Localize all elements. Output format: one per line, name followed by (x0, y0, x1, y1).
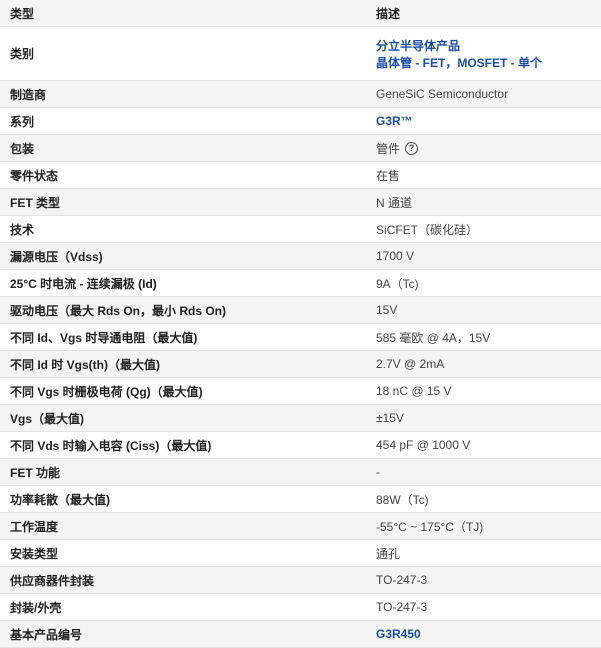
table-row: 供应商器件封装 TO-247-3 (0, 567, 601, 594)
attribute-value: 2.7V @ 2mA (366, 351, 601, 377)
attribute-value: G3R450 (366, 621, 601, 647)
attribute-name: 系列 (10, 114, 35, 129)
attribute-name: 封装/外壳 (10, 600, 62, 615)
attribute-name: 不同 Vgs 时栅极电荷 (Qg)（最大值) (10, 384, 203, 399)
attribute-value-text: ±15V (376, 411, 404, 425)
table-row: 类别 分立半导体产品 晶体管 - FET，MOSFET - 单个 (0, 27, 601, 81)
table-row: 不同 Vds 时输入电容 (Ciss)（最大值) 454 pF @ 1000 V (0, 432, 601, 459)
attribute-name: 包装 (10, 141, 35, 156)
attribute-value: 1700 V (366, 243, 601, 269)
attribute-value-text: 585 毫欧 @ 4A，15V (376, 330, 491, 345)
attribute-value: 15V (366, 297, 601, 323)
attribute-name: 不同 Id、Vgs 时导通电阻（最大值) (10, 330, 198, 345)
attribute-value: - (366, 459, 601, 485)
attribute-value: 18 nC @ 15 V (366, 378, 601, 404)
table-row: 零件状态 在售 (0, 162, 601, 189)
table-row: Vgs（最大值) ±15V (0, 405, 601, 432)
type-column-header: 类型 (10, 6, 35, 21)
attribute-value-text: SiCFET（碳化硅） (376, 222, 479, 237)
attribute-value-text: 2.7V @ 2mA (376, 357, 445, 371)
attribute-value: TO-247-3 (366, 567, 601, 593)
attribute-name: 供应商器件封装 (10, 573, 95, 588)
attribute-name: 不同 Vds 时输入电容 (Ciss)（最大值) (10, 438, 212, 453)
attribute-value: 通孔 (366, 540, 601, 566)
attribute-value-text: 18 nC @ 15 V (376, 384, 452, 398)
attribute-name: 类别 (10, 47, 35, 61)
attribute-value: 454 pF @ 1000 V (366, 432, 601, 458)
attribute-value-text: - (376, 465, 380, 479)
attribute-name: 零件状态 (10, 168, 59, 183)
attribute-value-text: 管件? (376, 140, 601, 157)
table-row: 不同 Vgs 时栅极电荷 (Qg)（最大值) 18 nC @ 15 V (0, 378, 601, 405)
attribute-name: 制造商 (10, 87, 47, 102)
attribute-value-text: TO-247-3 (376, 573, 428, 587)
attribute-value-link[interactable]: G3R450 (376, 627, 601, 641)
attribute-name: FET 类型 (10, 195, 60, 210)
attribute-name: 工作温度 (10, 519, 59, 534)
attribute-name: Vgs（最大值) (10, 411, 85, 426)
table-row: 25°C 时电流 - 连续漏极 (Id) 9A（Tc) (0, 270, 601, 297)
attribute-value: 分立半导体产品 晶体管 - FET，MOSFET - 单个 (366, 27, 601, 80)
table-row: 技术 SiCFET（碳化硅） (0, 216, 601, 243)
attribute-value-text: GeneSiC Semiconductor (376, 87, 509, 101)
table-row: 制造商 GeneSiC Semiconductor (0, 81, 601, 108)
table-row: 包装 管件? (0, 135, 601, 162)
attribute-value-link[interactable]: 晶体管 - FET，MOSFET - 单个 (376, 54, 601, 71)
attribute-value: 9A（Tc) (366, 270, 601, 296)
attribute-value-text: 在售 (376, 168, 401, 183)
table-row: 系列 G3R™ (0, 108, 601, 135)
attribute-name: 漏源电压（Vdss) (10, 249, 103, 264)
attribute-value-text: N 通道 (376, 195, 413, 210)
attribute-value-text: 88W（Tc) (376, 492, 429, 507)
attribute-name: 安装类型 (10, 546, 59, 561)
table-row: 功率耗散（最大值) 88W（Tc) (0, 486, 601, 513)
attribute-value-link[interactable]: G3R™ (376, 114, 601, 128)
table-row: 驱动电压（最大 Rds On，最小 Rds On) 15V (0, 297, 601, 324)
table-row: 不同 Id、Vgs 时导通电阻（最大值) 585 毫欧 @ 4A，15V (0, 324, 601, 351)
attribute-name: 基本产品编号 (10, 627, 83, 642)
table-row: 不同 Id 时 Vgs(th)（最大值) 2.7V @ 2mA (0, 351, 601, 378)
attribute-value: -55°C ~ 175°C（TJ) (366, 513, 601, 539)
attribute-value: TO-247-3 (366, 594, 601, 620)
attribute-value: N 通道 (366, 189, 601, 215)
table-row: FET 功能 - (0, 459, 601, 486)
attribute-value: SiCFET（碳化硅） (366, 216, 601, 242)
attribute-value-text: 15V (376, 303, 398, 317)
attribute-value: G3R™ (366, 108, 601, 134)
attribute-value: 88W（Tc) (366, 486, 601, 512)
attribute-name: FET 功能 (10, 465, 60, 480)
help-icon[interactable]: ? (405, 141, 419, 155)
attribute-value-text: 通孔 (376, 546, 401, 561)
attribute-value: GeneSiC Semiconductor (366, 81, 601, 107)
attribute-name: 不同 Id 时 Vgs(th)（最大值) (10, 357, 160, 372)
attribute-value-text: 9A（Tc) (376, 276, 419, 291)
table-body: 类别 分立半导体产品 晶体管 - FET，MOSFET - 单个制造商 GeneSiC… (0, 27, 601, 648)
table-header: 类型 描述 (0, 0, 601, 27)
table-row: 封装/外壳 TO-247-3 (0, 594, 601, 621)
table-row: FET 类型 N 通道 (0, 189, 601, 216)
attribute-value-text: 454 pF @ 1000 V (376, 438, 471, 452)
table-row: 工作温度 -55°C ~ 175°C（TJ) (0, 513, 601, 540)
product-attributes-table: 类型 描述 类别 分立半导体产品 晶体管 - FET，MOSFET - 单个制造商 G… (0, 0, 601, 648)
attribute-value: 管件? (366, 135, 601, 161)
attribute-value-text: -55°C ~ 175°C（TJ) (376, 519, 484, 534)
attribute-value: 585 毫欧 @ 4A，15V (366, 324, 601, 350)
attribute-name: 驱动电压（最大 Rds On，最小 Rds On) (10, 303, 227, 318)
attribute-name: 技术 (10, 222, 35, 237)
attribute-value-text: 1700 V (376, 249, 415, 263)
attribute-name: 25°C 时电流 - 连续漏极 (Id) (10, 276, 157, 291)
attribute-value-link[interactable]: 分立半导体产品 (376, 37, 601, 54)
attribute-value: 在售 (366, 162, 601, 188)
description-column-header: 描述 (376, 6, 401, 21)
attribute-value-text: TO-247-3 (376, 600, 428, 614)
attribute-name: 功率耗散（最大值) (10, 492, 110, 507)
table-row: 安装类型 通孔 (0, 540, 601, 567)
table-row: 漏源电压（Vdss) 1700 V (0, 243, 601, 270)
attribute-value: ±15V (366, 405, 601, 431)
